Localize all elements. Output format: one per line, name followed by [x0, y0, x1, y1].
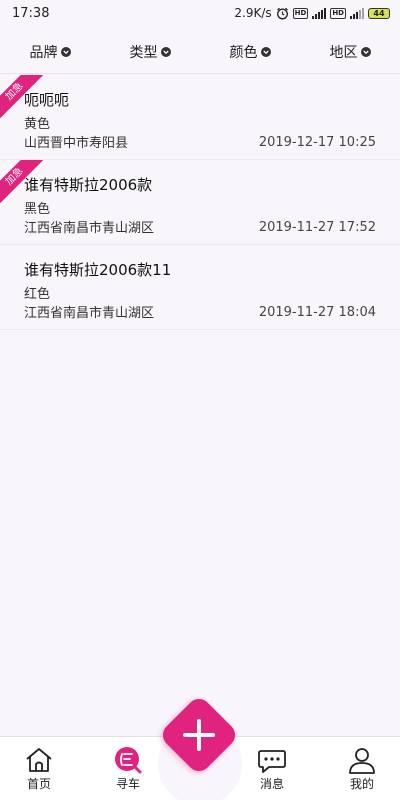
- filter-brand[interactable]: 品牌: [30, 42, 71, 62]
- plus-icon: [170, 706, 228, 764]
- nav-find-car[interactable]: 寻车: [98, 745, 158, 791]
- listing-time: 2019-11-27 18:04: [258, 305, 376, 320]
- nav-mine[interactable]: 我的: [332, 745, 392, 791]
- filter-label: 颜色: [229, 44, 258, 61]
- filter-label: 类型: [129, 44, 158, 61]
- find-car-icon: [115, 747, 142, 774]
- listing-title: 谁有特斯拉2006款: [24, 176, 153, 194]
- battery-icon: 44: [368, 7, 390, 19]
- chevron-down-icon: [360, 46, 371, 57]
- listing-color: 红色: [24, 287, 51, 302]
- nav-messages[interactable]: 消息: [242, 745, 302, 791]
- signal-icon: [350, 7, 364, 19]
- network-speed: 2.9K/s: [234, 6, 272, 20]
- listing-color: 黑色: [24, 202, 51, 217]
- list-item[interactable]: 加急 呃呃呃 黄色 山西晋中市寿阳县 2019-12-17 10:25: [0, 75, 400, 160]
- hd-icon: HD: [292, 7, 309, 19]
- chat-bubble-icon: [258, 750, 286, 773]
- status-time: 17:38: [12, 5, 50, 21]
- nav-label: 首页: [26, 777, 51, 791]
- nav-label: 我的: [349, 777, 374, 791]
- hd-icon: HD: [330, 7, 346, 19]
- list-item[interactable]: 谁有特斯拉2006款11 红色 江西省南昌市青山湖区 2019-11-27 18…: [0, 245, 400, 330]
- listing-color: 黄色: [24, 117, 51, 132]
- listing-time: 2019-11-27 17:52: [258, 220, 376, 235]
- filter-color[interactable]: 颜色: [230, 42, 271, 62]
- filter-region[interactable]: 地区: [330, 42, 371, 62]
- listing-list: 加急 呃呃呃 黄色 山西晋中市寿阳县 2019-12-17 10:25 加急 谁…: [0, 75, 400, 330]
- status-bar: 17:38 2.9K/s HD HD 44: [0, 0, 400, 26]
- user-icon: [349, 748, 375, 774]
- signal-icon: [312, 7, 327, 19]
- home-icon: [26, 748, 52, 772]
- filter-label: 品牌: [29, 44, 58, 61]
- list-item[interactable]: 加急 谁有特斯拉2006款 黑色 江西省南昌市青山湖区 2019-11-27 1…: [0, 160, 400, 245]
- status-indicators: 2.9K/s HD HD 44: [234, 6, 390, 20]
- listing-title: 谁有特斯拉2006款11: [24, 261, 172, 279]
- filter-label: 地区: [329, 44, 358, 61]
- listing-time: 2019-12-17 10:25: [258, 135, 376, 150]
- nav-label: 寻车: [115, 777, 140, 791]
- chevron-down-icon: [60, 46, 71, 57]
- filter-type[interactable]: 类型: [130, 42, 171, 62]
- chevron-down-icon: [160, 46, 171, 57]
- nav-label: 消息: [259, 777, 284, 791]
- nav-home[interactable]: 首页: [9, 745, 69, 791]
- listing-title: 呃呃呃: [24, 91, 70, 109]
- filter-bar: 品牌 类型 颜色 地区: [0, 30, 400, 74]
- alarm-icon: [276, 7, 288, 19]
- chevron-down-icon: [260, 46, 271, 57]
